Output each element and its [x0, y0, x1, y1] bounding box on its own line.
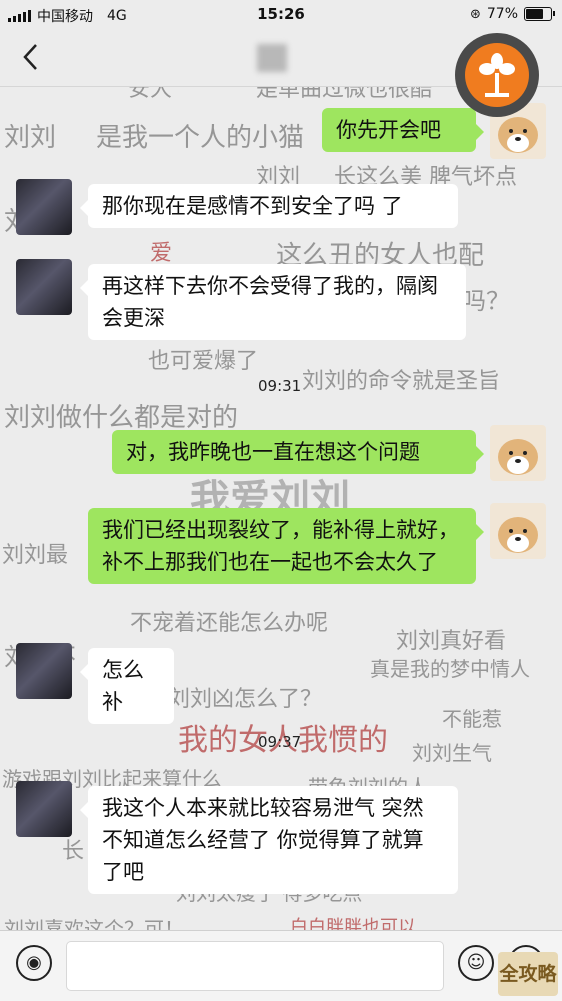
danmaku-text: 不宠着还能怎么办呢: [130, 611, 329, 636]
danmaku-text: 刘刘最: [2, 543, 69, 568]
message-bubble-outgoing[interactable]: 我们已经出现裂纹了，能补得上就好，补不上那我们也在一起也不会太久了: [88, 508, 484, 584]
voice-button[interactable]: ◉: [16, 945, 52, 981]
message-bubble-outgoing[interactable]: 对，我昨晚也一直在想这个问题: [112, 430, 484, 474]
danmaku-text: 是单曲过微也很酷: [256, 87, 433, 102]
logo-leaf-icon: [465, 43, 529, 107]
my-avatar[interactable]: [490, 503, 546, 559]
battery-percent: 77%: [486, 6, 518, 22]
danmaku-text: 刘刘的命令就是圣旨: [302, 369, 501, 394]
danmaku-text: 吗？: [462, 287, 510, 315]
contact-avatar[interactable]: [16, 643, 72, 699]
message-bubble-incoming[interactable]: 再这样下去你不会受得了我的，隔阂会更深: [80, 264, 466, 340]
danmaku-text: 爱: [150, 241, 173, 266]
rotation-lock-icon: ⊛: [469, 6, 481, 22]
danmaku-text: 是我一个人的小猫: [96, 123, 305, 153]
dog-avatar-icon: [498, 439, 538, 475]
battery-fill: [526, 9, 543, 19]
danmaku-text: 刘刘: [4, 123, 57, 153]
message-timestamp: 09:37: [258, 733, 302, 751]
danmaku-text: 不能惹: [442, 707, 502, 731]
chevron-left-icon: [23, 44, 37, 70]
contact-avatar[interactable]: [16, 179, 72, 235]
contact-avatar[interactable]: [16, 781, 72, 837]
message-bubble-incoming[interactable]: 我这个人本来就比较容易泄气 突然不知道怎么经营了 你觉得算了就算了吧: [80, 786, 458, 894]
danmaku-text: 真是我的梦中情人: [370, 657, 530, 681]
message-timestamp: 09:31: [258, 377, 302, 395]
input-bar: ◉ ☺ +: [0, 930, 562, 1001]
message-bubble-incoming[interactable]: 怎么补: [80, 648, 174, 724]
voice-icon: ◉: [26, 952, 42, 973]
contact-avatar[interactable]: [16, 259, 72, 315]
message-bubble-outgoing[interactable]: 你先开会吧: [322, 108, 484, 152]
chat-title-blurred: [257, 44, 287, 72]
status-bar: 中国移动 4G 15:26 ⊛ 77%: [0, 0, 562, 30]
chat-area[interactable]: 安大 是单曲过微也很酷 刘刘 是我一个人的小猫 刘刘 长这么美 脾气坏点 刘 爱…: [0, 87, 562, 930]
battery-icon: [524, 7, 555, 21]
danmaku-text: 刘刘喜欢这个？可！: [4, 917, 184, 930]
danmaku-text: 刘刘真好看: [396, 629, 507, 654]
danmaku-text: 刘刘凶怎么了？: [168, 687, 323, 712]
watermark-logo: 全攻略: [498, 952, 558, 996]
danmaku-text: 刘刘生气: [412, 741, 492, 765]
danmaku-text: 长: [62, 839, 85, 864]
emoji-icon: ☺: [466, 952, 486, 973]
emoji-button[interactable]: ☺: [458, 945, 494, 981]
message-input[interactable]: [66, 941, 444, 991]
danmaku-text: 刘刘做什么都是对的: [4, 403, 239, 433]
danmaku-text: 白白胖胖也可以: [290, 917, 416, 930]
my-avatar[interactable]: [490, 425, 546, 481]
message-bubble-incoming[interactable]: 那你现在是感情不到安全了吗 了: [80, 184, 458, 228]
dog-avatar-icon: [498, 517, 538, 553]
app-logo: [455, 33, 539, 117]
danmaku-text: 也可爱爆了: [148, 349, 259, 374]
back-button[interactable]: [14, 40, 48, 74]
danmaku-text: 安大: [128, 87, 173, 102]
status-right: ⊛ 77%: [469, 6, 555, 22]
